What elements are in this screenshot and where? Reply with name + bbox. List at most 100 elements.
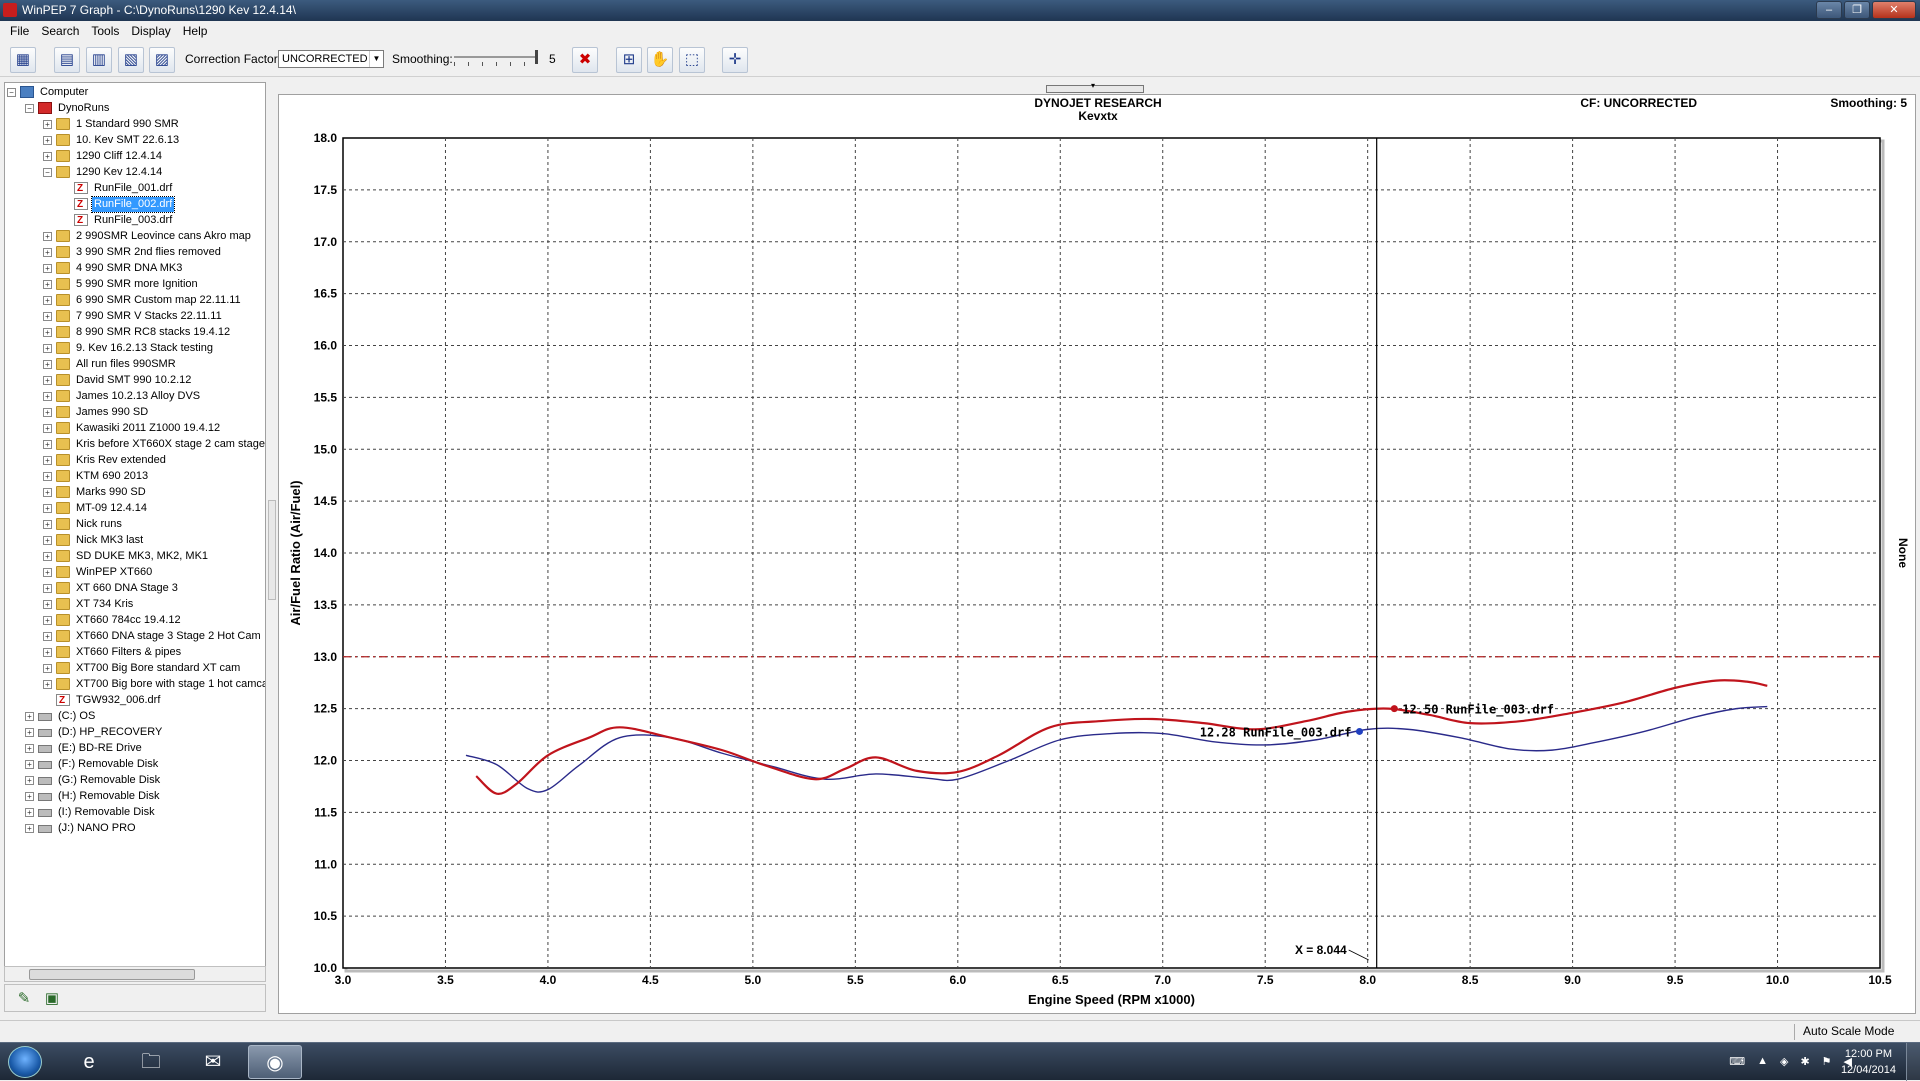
expand-icon[interactable]: + — [43, 360, 52, 369]
tree-panel-buttons: ✎ ▣ — [4, 984, 266, 1012]
expand-icon[interactable]: + — [25, 824, 34, 833]
tree-item-label: Computer — [40, 86, 89, 98]
expand-icon[interactable]: + — [43, 568, 52, 577]
run-info-icon[interactable]: ▣ — [41, 989, 63, 1009]
expand-icon[interactable]: + — [43, 264, 52, 273]
zoom-icon[interactable]: ⊞ — [616, 47, 642, 73]
expand-icon[interactable]: + — [43, 504, 52, 513]
tree-item-label: (H:) Removable Disk — [58, 790, 160, 802]
expand-icon[interactable]: + — [43, 536, 52, 545]
graph-compare-icon[interactable]: ▧ — [118, 47, 144, 73]
graph-overlay-icon[interactable]: ▥ — [86, 47, 112, 73]
expand-icon[interactable]: + — [25, 792, 34, 801]
expand-icon[interactable]: + — [43, 424, 52, 433]
expand-icon[interactable]: + — [43, 120, 52, 129]
graph-view-icon[interactable]: ▤ — [54, 47, 80, 73]
chevron-down-icon[interactable]: ▼ — [369, 51, 383, 67]
expand-icon[interactable]: + — [25, 712, 34, 721]
menu-search[interactable]: Search — [35, 24, 85, 38]
collapse-icon[interactable]: − — [7, 88, 16, 97]
table-view-icon[interactable]: ▦ — [10, 47, 36, 73]
drive-icon — [38, 761, 52, 769]
mail-icon[interactable]: ✉ — [186, 1045, 240, 1079]
collapse-icon[interactable]: − — [25, 104, 34, 113]
expand-icon[interactable]: + — [43, 440, 52, 449]
expand-icon[interactable]: + — [43, 632, 52, 641]
expand-icon[interactable]: + — [25, 728, 34, 737]
expand-icon[interactable]: + — [43, 296, 52, 305]
expand-icon[interactable]: + — [43, 376, 52, 385]
start-button[interactable] — [8, 1046, 42, 1078]
expand-icon[interactable]: + — [43, 520, 52, 529]
expand-icon[interactable]: + — [43, 312, 52, 321]
tree-horizontal-scrollbar[interactable] — [4, 966, 266, 982]
menu-tools[interactable]: Tools — [85, 24, 125, 38]
expand-icon[interactable]: + — [43, 664, 52, 673]
winpep-taskbar-icon[interactable]: ◉ — [248, 1045, 302, 1079]
expand-icon[interactable]: + — [43, 408, 52, 417]
expand-icon[interactable]: + — [43, 552, 52, 561]
slider-thumb[interactable] — [535, 50, 538, 64]
expand-icon[interactable]: + — [43, 616, 52, 625]
expand-icon[interactable]: + — [43, 488, 52, 497]
expand-icon[interactable]: + — [43, 328, 52, 337]
expand-icon[interactable]: + — [43, 648, 52, 657]
maximize-button[interactable]: ❐ — [1844, 1, 1870, 19]
graph-options-handle[interactable] — [1046, 81, 1144, 93]
tree-item-label: (C:) OS — [58, 710, 96, 722]
expand-icon[interactable]: + — [43, 472, 52, 481]
expand-icon[interactable]: + — [43, 280, 52, 289]
slider-track — [454, 56, 538, 58]
drive-icon — [38, 777, 52, 785]
internet-explorer-icon[interactable]: e — [62, 1045, 116, 1079]
network-icon[interactable]: ◈ — [1780, 1055, 1788, 1068]
menu-help[interactable]: Help — [177, 24, 214, 38]
expand-icon[interactable]: + — [43, 248, 52, 257]
graph-multi-icon[interactable]: ▨ — [149, 47, 175, 73]
winpep-app-icon[interactable] — [3, 3, 17, 17]
expand-icon[interactable]: + — [43, 600, 52, 609]
expand-icon[interactable]: + — [43, 584, 52, 593]
expand-icon[interactable]: + — [43, 680, 52, 689]
close-button[interactable]: ✕ — [1872, 1, 1916, 19]
expand-icon[interactable]: + — [25, 808, 34, 817]
bluetooth-icon[interactable]: ✱ — [1800, 1055, 1809, 1068]
tree-item-label: SD DUKE MK3, MK2, MK1 — [76, 550, 209, 562]
show-desktop-button[interactable] — [1906, 1043, 1920, 1081]
pan-hand-icon[interactable]: ✋ — [647, 47, 673, 73]
menu-file[interactable]: File — [4, 24, 35, 38]
air-fuel-chart[interactable]: DYNOJET RESEARCHKevxtx CF: UNCORRECTED Smo… — [279, 95, 1917, 1015]
expand-icon[interactable]: + — [43, 456, 52, 465]
smoothing-slider[interactable] — [454, 50, 538, 68]
select-region-icon[interactable]: ⬚ — [679, 47, 705, 73]
panel-splitter[interactable] — [268, 500, 276, 600]
expand-icon[interactable]: + — [43, 232, 52, 241]
expand-icon[interactable]: + — [43, 392, 52, 401]
minimize-button[interactable]: – — [1816, 1, 1842, 19]
show-hidden-icons-icon[interactable]: ▲ — [1757, 1055, 1768, 1068]
expand-icon[interactable]: + — [43, 344, 52, 353]
expand-icon[interactable]: + — [25, 760, 34, 769]
file-explorer-icon[interactable]: 🗀 — [124, 1045, 178, 1079]
correction-factor-select[interactable]: UNCORRECTED ▼ — [278, 50, 384, 68]
remove-runs-icon[interactable]: ✖ — [572, 47, 598, 73]
expand-icon[interactable]: + — [25, 744, 34, 753]
drive-icon — [38, 713, 52, 721]
crosshair-cursor-icon[interactable]: ✛ — [722, 47, 748, 73]
expand-icon[interactable]: + — [25, 776, 34, 785]
system-clock[interactable]: 12:00 PM 12/04/2014 — [1841, 1046, 1896, 1078]
graph-pane[interactable]: DYNOJET RESEARCH Kevxtx CF: UNCORRECTED Smo… — [278, 94, 1916, 1014]
keyboard-icon[interactable]: ⌨ — [1729, 1055, 1745, 1068]
graph-title: DYNOJET RESEARCH — [1034, 96, 1161, 110]
menu-display[interactable]: Display — [125, 24, 176, 38]
expand-icon[interactable]: + — [43, 152, 52, 161]
scrollbar-thumb[interactable] — [29, 969, 195, 980]
expand-icon[interactable]: + — [43, 136, 52, 145]
collapse-icon[interactable]: − — [43, 168, 52, 177]
tree-item-label: 8 990 SMR RC8 stacks 19.4.12 — [76, 326, 231, 338]
drf-icon — [56, 693, 70, 708]
edit-run-icon[interactable]: ✎ — [13, 989, 35, 1009]
y-tick-label: 15.5 — [314, 390, 338, 404]
action-center-icon[interactable]: ⚑ — [1822, 1055, 1832, 1068]
tree-item-label: James 10.2.13 Alloy DVS — [76, 390, 201, 402]
